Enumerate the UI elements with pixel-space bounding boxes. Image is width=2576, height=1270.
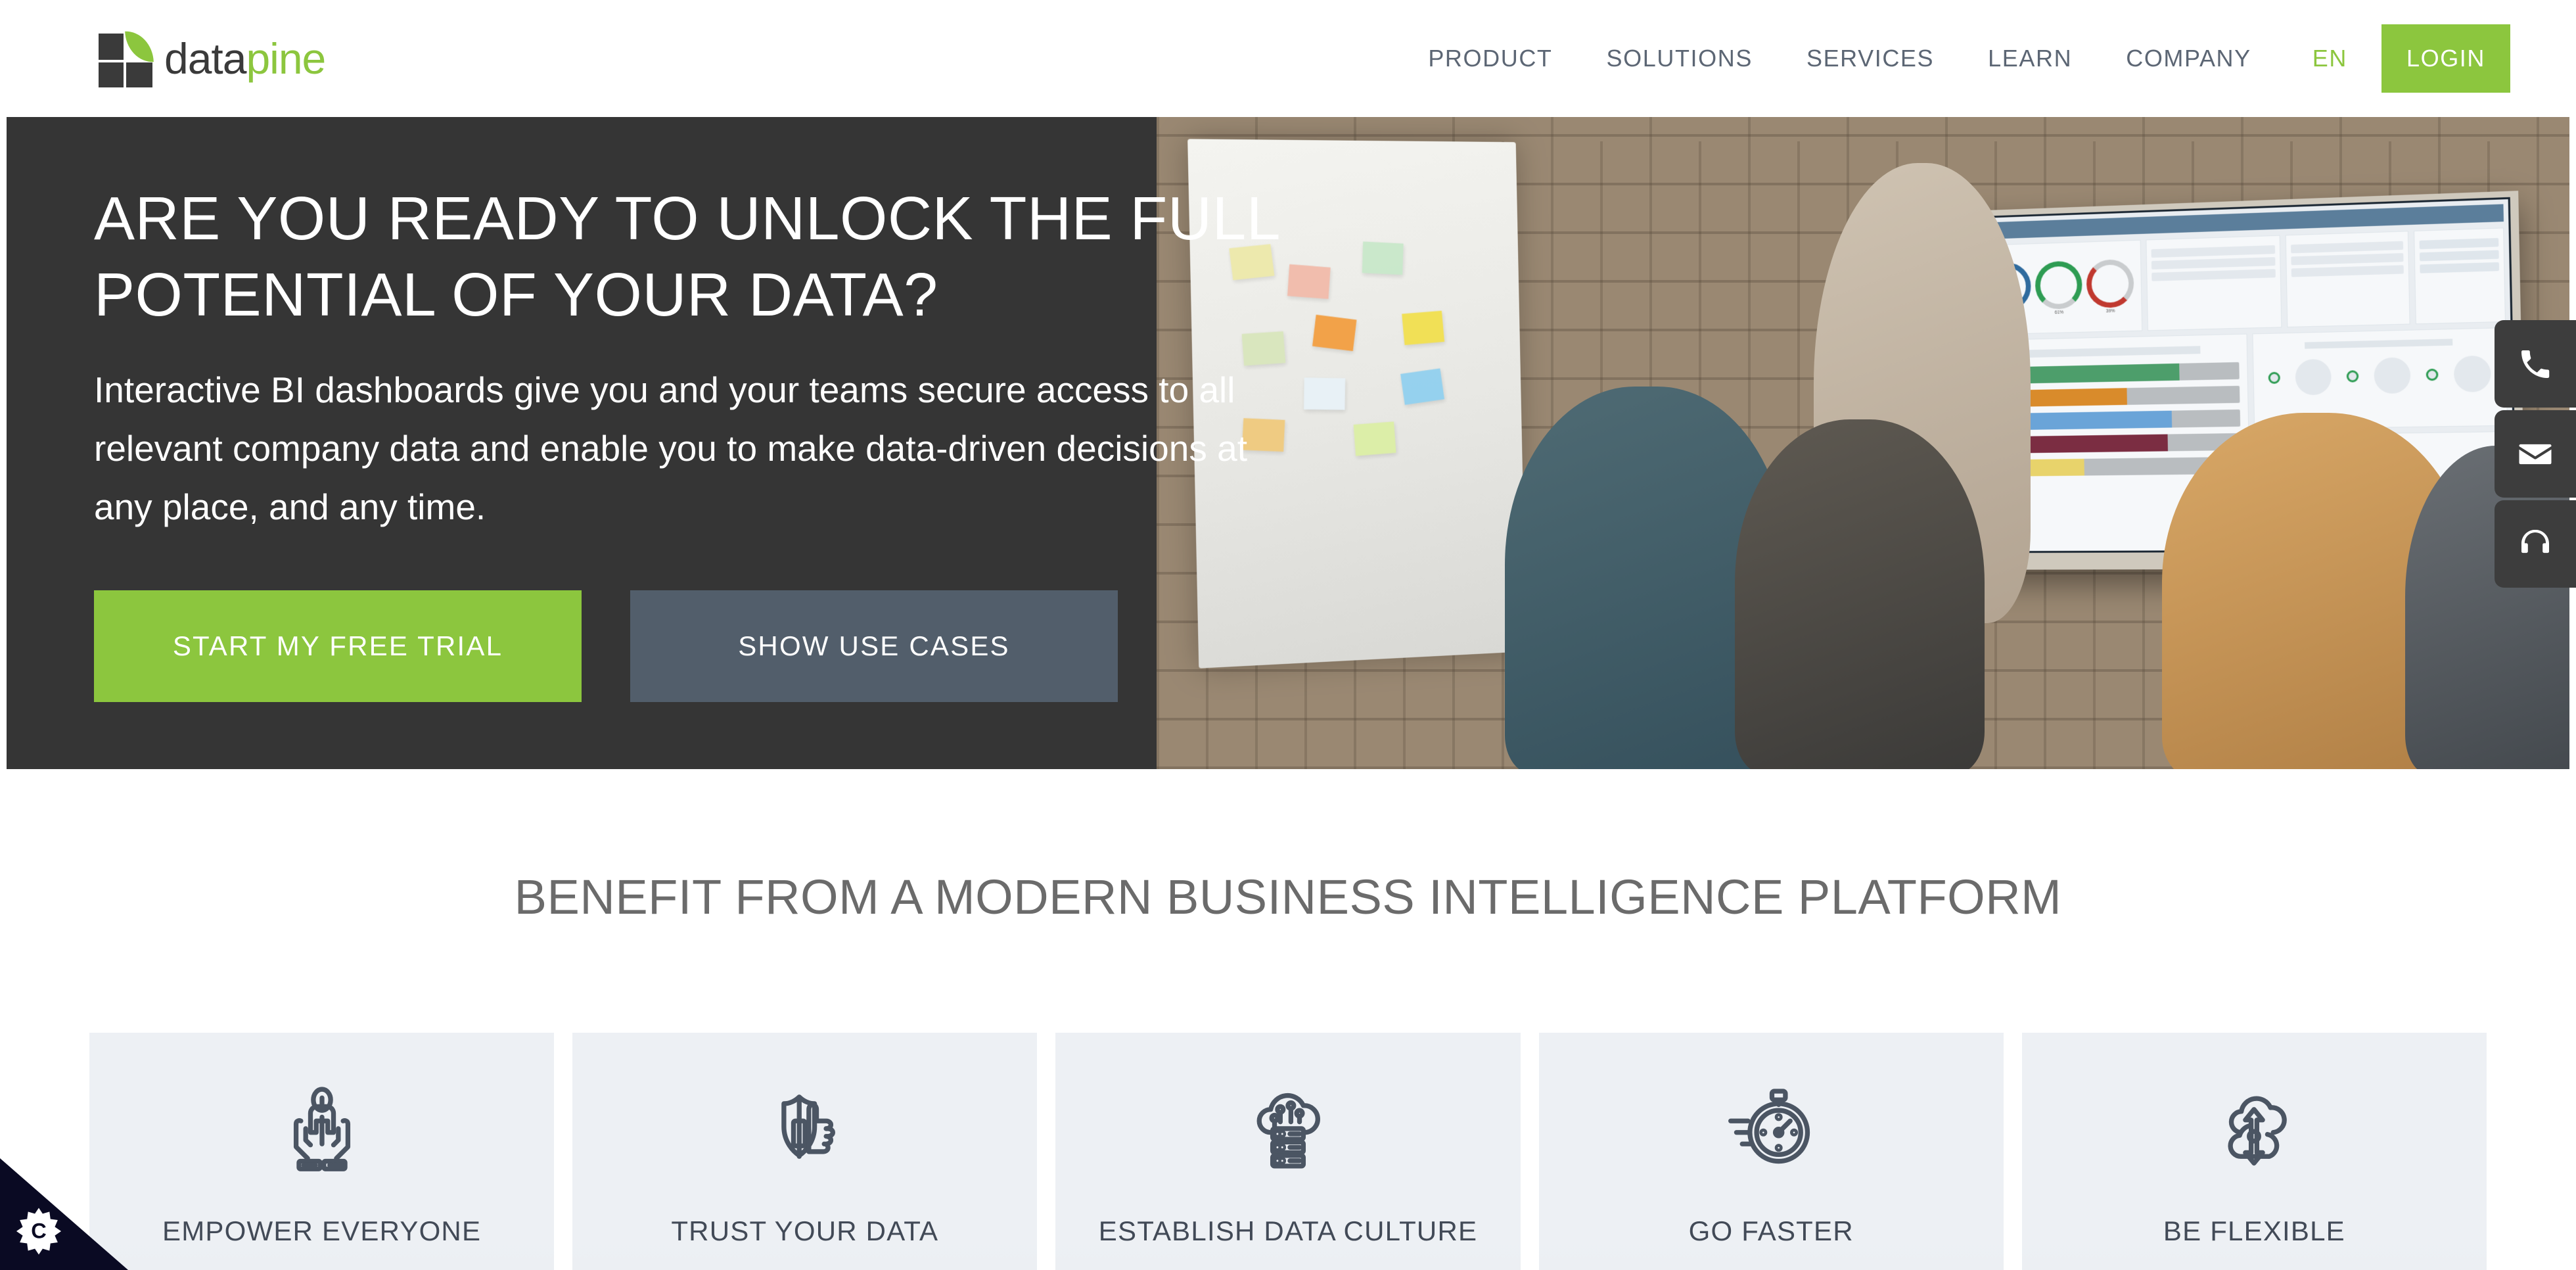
hero-headline-line-1: ARE YOU READY TO UNLOCK THE FULL xyxy=(94,184,1281,252)
hero-headline-line-2: POTENTIAL OF YOUR DATA? xyxy=(94,260,938,329)
person-in-hands-icon xyxy=(273,1077,371,1176)
phone-icon xyxy=(2521,350,2550,378)
start-free-trial-button[interactable]: START MY FREE TRIAL xyxy=(94,590,582,702)
site-header: datapine PRODUCT SOLUTIONS SERVICES LEAR… xyxy=(0,0,2576,117)
benefit-card-label: TRUST YOUR DATA xyxy=(671,1215,939,1246)
shield-thumbs-up-icon xyxy=(756,1077,854,1176)
nav-item-product[interactable]: PRODUCT xyxy=(1401,45,1579,72)
cookie-gear-icon: C xyxy=(14,1207,63,1256)
benefit-card-label: GO FASTER xyxy=(1688,1215,1854,1246)
benefits-card-row: EMPOWER EVERYONE TRUST YOUR DATA ESTABLI… xyxy=(0,1033,2576,1270)
contact-email-tab[interactable] xyxy=(2495,410,2576,498)
hero-paragraph: Interactive BI dashboards give you and y… xyxy=(94,369,1247,527)
hero-background-photo: 804 61% 39% xyxy=(1157,117,2569,769)
dashboard-kpi-row: 804 61% 39% xyxy=(1976,227,2506,335)
datapine-logo-mark xyxy=(97,30,155,87)
contact-phone-tab[interactable] xyxy=(2495,320,2576,408)
datapine-logo-text: datapine xyxy=(164,34,326,83)
hero-cta-group: START MY FREE TRIAL SHOW USE CASES xyxy=(94,590,1343,702)
cloud-sync-arrows-icon xyxy=(2205,1077,2303,1176)
contact-support-tab[interactable] xyxy=(2495,500,2576,588)
cookie-settings-widget[interactable]: C xyxy=(0,1158,128,1270)
kpi-partners xyxy=(2146,235,2282,331)
logo-word-pine: pine xyxy=(246,34,326,83)
datapine-logo[interactable]: datapine xyxy=(97,30,326,87)
language-selector[interactable]: EN xyxy=(2278,45,2381,72)
benefit-card-go-faster[interactable]: GO FASTER xyxy=(1538,1033,2004,1270)
benefit-card-label: BE FLEXIBLE xyxy=(2163,1215,2345,1246)
landing-page: datapine PRODUCT SOLUTIONS SERVICES LEAR… xyxy=(0,0,2576,1270)
hero-content: ARE YOU READY TO UNLOCK THE FULL POTENTI… xyxy=(94,180,1343,702)
nav-item-company[interactable]: COMPANY xyxy=(2099,45,2278,72)
nav-item-services[interactable]: SERVICES xyxy=(1780,45,1961,72)
cloud-server-icon xyxy=(1239,1077,1337,1176)
attendee-silhouette-2 xyxy=(1735,419,1985,769)
benefit-card-trust-your-data[interactable]: TRUST YOUR DATA xyxy=(572,1033,1038,1270)
benefits-section-title: BENEFIT FROM A MODERN BUSINESS INTELLIGE… xyxy=(514,870,2062,924)
floating-contact-tabs xyxy=(2495,320,2576,588)
benefit-card-label: ESTABLISH DATA CULTURE xyxy=(1098,1215,1478,1246)
logo-word-data: data xyxy=(164,34,246,83)
headset-icon xyxy=(2521,529,2549,553)
kpi-spending xyxy=(2285,231,2410,328)
kpi-trendlines xyxy=(2414,227,2506,325)
nav-item-learn[interactable]: LEARN xyxy=(1961,45,2099,72)
stopwatch-speed-icon xyxy=(1722,1077,1820,1176)
nav-item-solutions[interactable]: SOLUTIONS xyxy=(1580,45,1780,72)
leaf-icon xyxy=(125,30,154,63)
svg-text:C: C xyxy=(31,1219,47,1242)
envelope-icon xyxy=(2519,444,2552,464)
show-use-cases-button[interactable]: SHOW USE CASES xyxy=(630,590,1118,702)
benefit-card-be-flexible[interactable]: BE FLEXIBLE xyxy=(2021,1033,2487,1270)
hero-section: 804 61% 39% xyxy=(7,117,2569,769)
benefit-card-establish-data-culture[interactable]: ESTABLISH DATA CULTURE xyxy=(1055,1033,1521,1270)
benefit-card-empower-everyone[interactable]: EMPOWER EVERYONE xyxy=(89,1033,555,1270)
benefit-card-label: EMPOWER EVERYONE xyxy=(162,1215,482,1246)
main-navigation: PRODUCT SOLUTIONS SERVICES LEARN COMPANY… xyxy=(1401,0,2576,117)
hero-headline: ARE YOU READY TO UNLOCK THE FULL POTENTI… xyxy=(94,180,1343,333)
benefits-section: BENEFIT FROM A MODERN BUSINESS INTELLIGE… xyxy=(0,769,2576,1270)
login-button[interactable]: LOGIN xyxy=(2381,24,2510,93)
